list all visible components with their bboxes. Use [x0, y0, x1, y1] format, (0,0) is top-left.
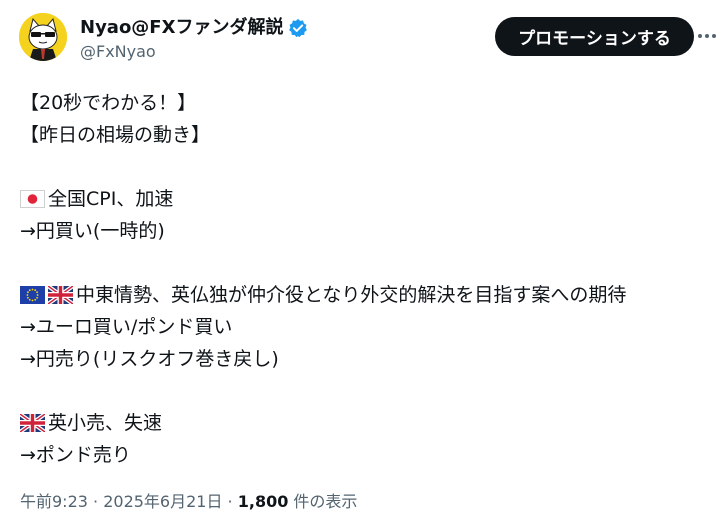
japan-flag-icon	[20, 190, 45, 208]
cat-avatar-icon	[19, 13, 67, 61]
tweet-time[interactable]: 午前9:23	[20, 492, 88, 511]
eu-flag-icon	[20, 286, 45, 304]
tweet-line-text: 全国CPI、加速	[48, 188, 174, 210]
more-horizontal-icon	[712, 34, 716, 38]
avatar[interactable]	[19, 13, 67, 61]
tweet-line: 【20秒でわかる！】	[20, 92, 197, 114]
tweet-meta: 午前9:23 · 2025年6月21日 · 1,800 件の表示	[20, 490, 357, 514]
display-name-text: Nyao@FXファンダ解説	[80, 17, 284, 38]
more-horizontal-icon	[705, 34, 709, 38]
tweet-line: 全国CPI、加速	[20, 183, 710, 215]
view-count-label: 件の表示	[288, 492, 358, 511]
tweet-date[interactable]: 2025年6月21日	[103, 492, 222, 511]
tweet-line: 英小売、失速	[20, 407, 710, 439]
tweet-line-text: 英小売、失速	[48, 412, 163, 434]
verified-badge-icon	[288, 18, 308, 38]
author-handle[interactable]: @FxNyao	[80, 42, 156, 62]
uk-flag-icon	[48, 286, 73, 304]
tweet-line: 中東情勢、英仏独が仲介役となり外交的解決を目指す案への期待	[20, 279, 710, 311]
tweet-line-text: 中東情勢、英仏独が仲介役となり外交的解決を目指す案への期待	[76, 284, 627, 306]
uk-flag-icon	[20, 414, 45, 432]
tweet-text: 【20秒でわかる！】 【昨日の相場の動き】 全国CPI、加速 →円買い(一時的)	[20, 87, 710, 471]
more-horizontal-icon	[698, 34, 702, 38]
promote-button[interactable]: プロモーションする	[495, 17, 694, 56]
tweet-line: →ユーロ買い/ポンド買い	[20, 316, 233, 338]
separator: ·	[222, 492, 238, 511]
view-count: 1,800	[237, 492, 289, 511]
tweet-line: →円売り(リスクオフ巻き戻し)	[20, 348, 279, 370]
author-display-name[interactable]: Nyao@FXファンダ解説	[80, 16, 308, 40]
tweet-line: →円買い(一時的)	[20, 220, 165, 242]
tweet-line: 【昨日の相場の動き】	[20, 124, 211, 146]
tweet-line: →ポンド売り	[20, 444, 131, 466]
separator: ·	[87, 492, 104, 511]
more-options-button[interactable]	[698, 24, 716, 48]
